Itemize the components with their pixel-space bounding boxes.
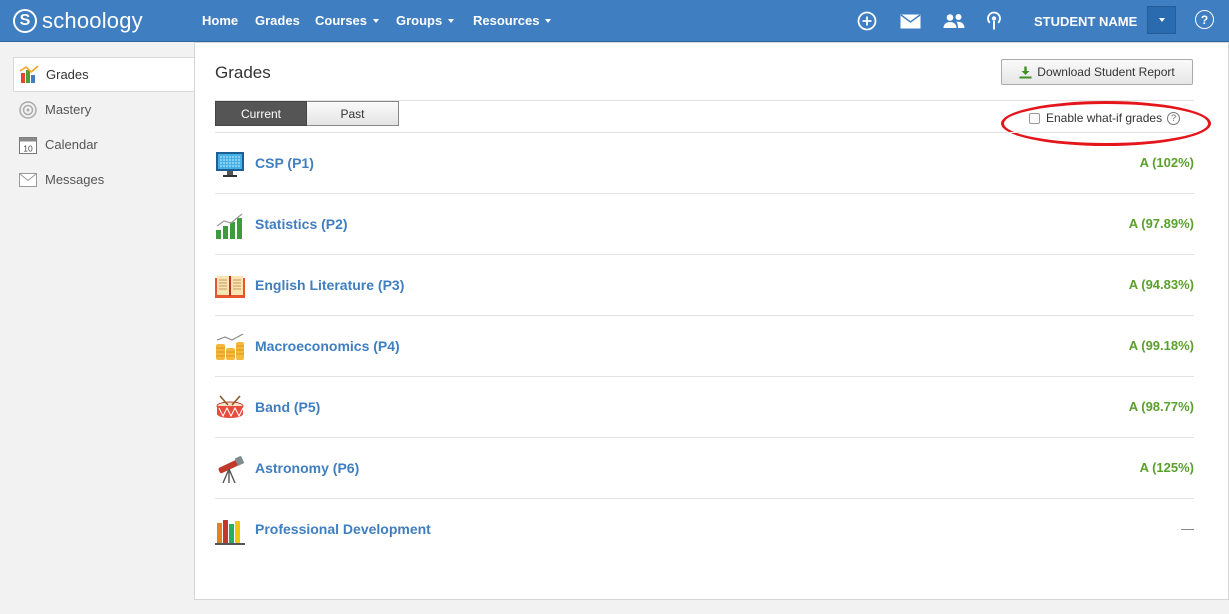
sidebar-item-label: Messages bbox=[45, 172, 105, 187]
course-name-link[interactable]: Band (P5) bbox=[255, 399, 320, 415]
calendar-icon: 10 bbox=[18, 135, 38, 155]
course-name-link[interactable]: Professional Development bbox=[255, 521, 431, 537]
course-name-link[interactable]: Statistics (P2) bbox=[255, 216, 348, 232]
course-name-link[interactable]: CSP (P1) bbox=[255, 155, 314, 171]
sidebar-item-mastery[interactable]: Mastery bbox=[13, 92, 195, 127]
course-grade: A (98.77%) bbox=[1128, 399, 1194, 414]
sidebar-item-calendar[interactable]: 10 Calendar bbox=[13, 127, 195, 162]
messages-icon bbox=[18, 170, 38, 190]
sidebar-item-messages[interactable]: Messages bbox=[13, 162, 195, 197]
notifications-broadcast-icon[interactable] bbox=[983, 10, 1005, 32]
course-row[interactable]: Professional Development — bbox=[215, 499, 1194, 560]
tab-past[interactable]: Past bbox=[307, 101, 399, 126]
nav-courses-menu[interactable]: Courses bbox=[315, 13, 380, 28]
logo-badge-icon: S bbox=[13, 9, 37, 33]
tab-current[interactable]: Current bbox=[215, 101, 307, 126]
download-button-label: Download Student Report bbox=[1037, 65, 1175, 79]
nav-groups-menu[interactable]: Groups bbox=[396, 13, 455, 28]
nav-courses-label: Courses bbox=[315, 13, 368, 28]
download-icon bbox=[1019, 66, 1032, 79]
course-grade: A (97.89%) bbox=[1128, 216, 1194, 231]
top-navigation-bar: S schoology Home Grades Courses Groups R… bbox=[0, 0, 1229, 42]
chevron-down-icon bbox=[373, 19, 380, 23]
computer-icon bbox=[215, 149, 245, 179]
course-row[interactable]: CSP (P1) A (102%) bbox=[215, 133, 1194, 194]
bar-chart-icon bbox=[215, 210, 245, 240]
coins-icon bbox=[215, 332, 245, 362]
course-grade: A (102%) bbox=[1139, 155, 1194, 170]
course-name-link[interactable]: Macroeconomics (P4) bbox=[255, 338, 400, 354]
nav-groups-label: Groups bbox=[396, 13, 443, 28]
open-book-icon bbox=[215, 271, 245, 301]
course-name-link[interactable]: Astronomy (P6) bbox=[255, 460, 359, 476]
nav-resources-menu[interactable]: Resources bbox=[473, 13, 552, 28]
telescope-icon bbox=[215, 454, 245, 484]
schoology-logo[interactable]: S schoology bbox=[13, 9, 143, 33]
books-icon bbox=[215, 515, 245, 545]
chevron-down-icon bbox=[448, 19, 455, 23]
help-icon[interactable]: ? bbox=[1195, 10, 1214, 29]
course-name-link[interactable]: English Literature (P3) bbox=[255, 277, 404, 293]
connections-people-icon[interactable] bbox=[943, 10, 965, 32]
sidebar-item-label: Grades bbox=[46, 67, 89, 82]
download-student-report-button[interactable]: Download Student Report bbox=[1001, 59, 1193, 85]
logo-text: schoology bbox=[42, 8, 143, 33]
course-row[interactable]: English Literature (P3) A (94.83%) bbox=[215, 255, 1194, 316]
course-row[interactable]: Astronomy (P6) A (125%) bbox=[215, 438, 1194, 499]
nav-grades-link[interactable]: Grades bbox=[255, 13, 300, 28]
mastery-icon bbox=[18, 100, 38, 120]
course-row[interactable]: Statistics (P2) A (97.89%) bbox=[215, 194, 1194, 255]
messages-envelope-icon[interactable] bbox=[899, 10, 921, 32]
period-tabs: Current Past bbox=[215, 101, 399, 126]
nav-home-link[interactable]: Home bbox=[202, 13, 238, 28]
course-grade: A (99.18%) bbox=[1128, 338, 1194, 353]
sidebar-item-label: Calendar bbox=[45, 137, 98, 152]
calendar-icon-day: 10 bbox=[23, 143, 33, 153]
course-grade: A (94.83%) bbox=[1128, 277, 1194, 292]
sidebar-item-grades[interactable]: Grades bbox=[13, 57, 195, 92]
page-title: Grades bbox=[215, 63, 271, 82]
user-menu-dropdown-button[interactable] bbox=[1147, 6, 1176, 34]
course-row[interactable]: Macroeconomics (P4) A (99.18%) bbox=[215, 316, 1194, 377]
course-grade: — bbox=[1181, 521, 1194, 536]
course-grade: A (125%) bbox=[1139, 460, 1194, 475]
chevron-down-icon bbox=[1158, 18, 1165, 22]
sidebar-item-label: Mastery bbox=[45, 102, 92, 117]
drum-icon bbox=[215, 393, 245, 423]
course-row[interactable]: Band (P5) A (98.77%) bbox=[215, 377, 1194, 438]
nav-resources-label: Resources bbox=[473, 13, 540, 28]
grades-panel: Grades Download Student Report Current P… bbox=[194, 42, 1229, 600]
grades-icon bbox=[19, 64, 39, 85]
user-name[interactable]: STUDENT NAME bbox=[1034, 14, 1137, 29]
create-plus-icon[interactable] bbox=[856, 10, 878, 32]
chevron-down-icon bbox=[545, 19, 552, 23]
